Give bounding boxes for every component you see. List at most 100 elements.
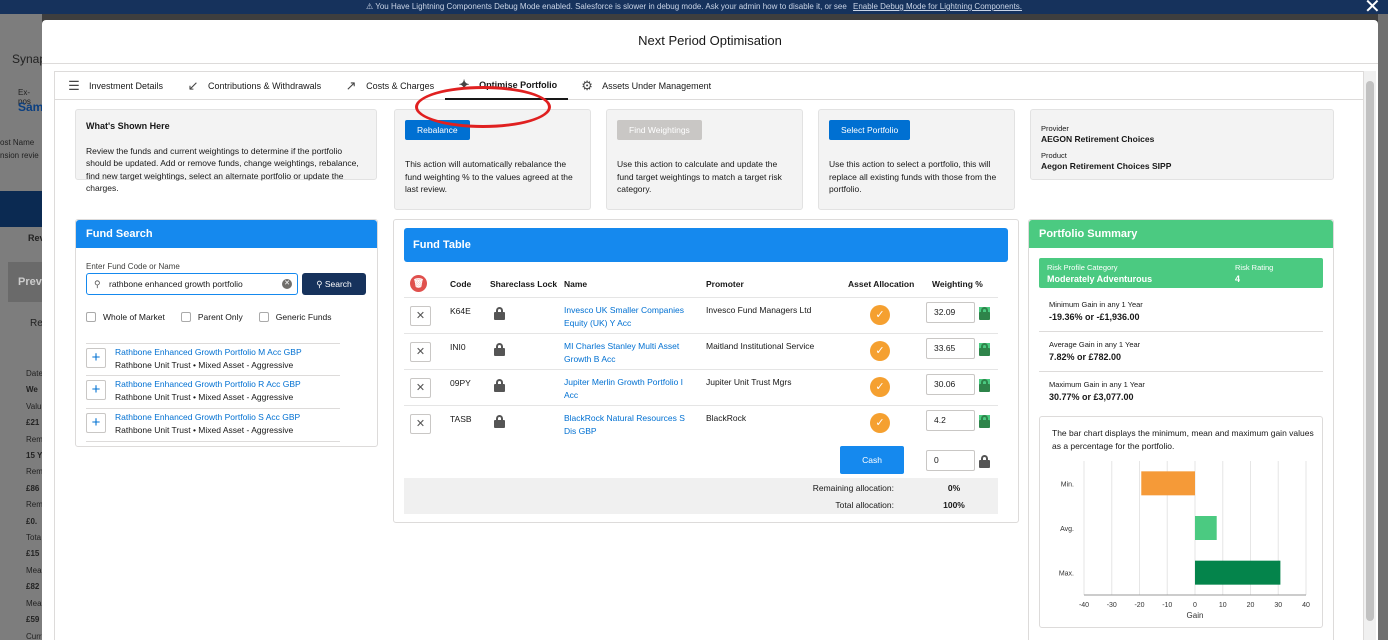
fund-promoter: Invesco Fund Managers Ltd: [706, 305, 812, 315]
debug-banner-link[interactable]: Enable Debug Mode for Lightning Componen…: [853, 2, 1022, 11]
search-button[interactable]: ⚲ Search: [302, 273, 366, 295]
portfolio-summary-panel: Portfolio Summary Risk Profile Category …: [1028, 219, 1334, 640]
fund-result-name[interactable]: Rathbone Enhanced Growth Portfolio R Acc…: [115, 378, 301, 391]
unlock-icon[interactable]: [494, 307, 505, 320]
filter-parent-only[interactable]: Parent Only: [180, 312, 243, 322]
product-label: Product: [1041, 151, 1067, 160]
fund-search-input[interactable]: ⚲ rathbone enhanced growth portfolio ✕: [86, 273, 298, 295]
bg-value: We: [26, 385, 38, 395]
fund-name[interactable]: MI Charles Stanley Multi Asset Growth B …: [564, 340, 692, 365]
max-gain-stat: Maximum Gain in any 1 Year 30.77% or £3,…: [1049, 380, 1145, 402]
expand-arrows-icon: ↗: [345, 78, 357, 93]
lock-icon[interactable]: [979, 379, 990, 392]
fund-name[interactable]: BlackRock Natural Resources S Dis GBP: [564, 412, 692, 437]
checkbox[interactable]: [258, 312, 269, 322]
lock-icon[interactable]: [979, 307, 990, 320]
tab-investment-details[interactable]: ☰ Investment Details: [55, 72, 174, 100]
gain-chart-box: The bar chart displays the minimum, mean…: [1039, 416, 1323, 628]
tick-label: -20: [1134, 602, 1144, 609]
bg-re: Re: [30, 318, 43, 329]
add-fund-button[interactable]: +: [86, 348, 106, 368]
filter-generic-funds[interactable]: Generic Funds: [258, 312, 332, 322]
tab-assets-under-management[interactable]: ⚙ Assets Under Management: [568, 72, 722, 100]
lock-icon[interactable]: [979, 415, 990, 428]
lock-icon[interactable]: [979, 343, 990, 356]
col-promoter: Promoter: [706, 279, 744, 289]
fund-result-sub: Rathbone Unit Trust • Mixed Asset - Aggr…: [115, 360, 294, 370]
tick-label: 40: [1302, 602, 1310, 609]
add-fund-button[interactable]: +: [86, 413, 106, 433]
filter-label: Whole of Market: [103, 312, 165, 322]
debug-banner-text: You Have Lightning Components Debug Mode…: [375, 2, 847, 11]
weighting-input[interactable]: 32.09: [926, 302, 975, 323]
fund-code: INI0: [450, 342, 466, 352]
tab-contributions-withdrawals[interactable]: ↙ Contributions & Withdrawals: [174, 72, 332, 100]
checkbox[interactable]: [86, 312, 96, 322]
cash-button[interactable]: Cash: [840, 446, 904, 474]
fund-search-title: Fund Search: [76, 220, 377, 248]
tab-label: Assets Under Management: [602, 81, 712, 91]
fund-name[interactable]: Invesco UK Smaller Companies Equity (UK)…: [564, 304, 692, 329]
total-allocation-value: 100%: [943, 500, 965, 510]
tab-bar: ☰ Investment Details ↙ Contributions & W…: [55, 72, 1363, 100]
fund-promoter: Maitland Institutional Service: [706, 341, 815, 351]
delete-all-icon[interactable]: 🗑: [410, 275, 427, 292]
search-button-label: Search: [324, 279, 352, 289]
remaining-allocation-value: 0%: [947, 483, 961, 493]
unlock-icon[interactable]: [979, 455, 990, 468]
min-gain-value: -19.36% or -£1,936.00: [1049, 312, 1140, 322]
remove-fund-button[interactable]: ✕: [410, 306, 431, 326]
weighting-input[interactable]: 30.06: [926, 374, 975, 395]
table-row: ✕ K64E Invesco UK Smaller Companies Equi…: [404, 297, 998, 333]
filter-whole-of-market[interactable]: Whole of Market: [86, 312, 165, 322]
highlight-ring: [415, 86, 551, 128]
fund-name[interactable]: Jupiter Merlin Growth Portfolio I Acc: [564, 376, 692, 401]
avg-gain-value: 7.82% or £782.00: [1049, 352, 1122, 362]
whats-shown-text: Review the funds and current weightings …: [86, 145, 359, 194]
avg-gain-label: Average Gain in any 1 Year: [1049, 340, 1141, 349]
bg-value: £21: [26, 418, 40, 428]
checkmark-icon: ✓: [870, 341, 890, 361]
checkbox[interactable]: [180, 312, 191, 322]
bg-record-name: Sam: [18, 100, 44, 114]
divider: [1039, 371, 1323, 372]
whats-shown-card: What's Shown Here Review the funds and c…: [75, 109, 377, 193]
portfolio-summary-title: Portfolio Summary: [1029, 220, 1333, 248]
bg-prev: Prev: [18, 276, 42, 288]
fund-result-sub: Rathbone Unit Trust • Mixed Asset - Aggr…: [115, 392, 294, 402]
weighting-input[interactable]: 33.65: [926, 338, 975, 359]
clear-icon[interactable]: ✕: [282, 279, 292, 289]
bg-value: £59: [26, 615, 40, 625]
bg-value: Curr: [26, 631, 42, 640]
fund-search-panel: Fund Search Enter Fund Code or Name ⚲ ra…: [75, 219, 378, 447]
modal-scrollbar[interactable]: [1364, 71, 1376, 640]
tab-label: Costs & Charges: [366, 81, 435, 91]
unlock-icon[interactable]: [494, 343, 505, 356]
col-weighting: Weighting %: [932, 279, 983, 289]
unlock-icon[interactable]: [494, 415, 505, 428]
contract-arrows-icon: ↙: [187, 78, 199, 93]
fund-result-sub: Rathbone Unit Trust • Mixed Asset - Aggr…: [115, 425, 294, 435]
add-fund-button[interactable]: +: [86, 380, 106, 400]
list-item: + Rathbone Enhanced Growth Portfolio R A…: [86, 376, 340, 409]
fund-code: 09PY: [450, 378, 471, 388]
bar-max: [1195, 560, 1281, 585]
remove-fund-button[interactable]: ✕: [410, 342, 431, 362]
remove-fund-button[interactable]: ✕: [410, 378, 431, 398]
remove-fund-button[interactable]: ✕: [410, 414, 431, 434]
unlock-icon[interactable]: [494, 379, 505, 392]
scrollbar-thumb[interactable]: [1366, 81, 1374, 621]
optimisation-modal: Next Period Optimisation ☰ Investment De…: [42, 20, 1378, 640]
find-weightings-button[interactable]: Find Weightings: [617, 120, 702, 140]
fund-result-name[interactable]: Rathbone Enhanced Growth Portfolio M Acc…: [115, 346, 302, 359]
gain-bar-chart: -40 -30 -20 -10 0 10 20 30 40 Min. Avg. Max. Gain: [1059, 461, 1310, 619]
weighting-input[interactable]: 4.2: [926, 410, 975, 431]
tick-label: -10: [1162, 602, 1172, 609]
fund-result-name[interactable]: Rathbone Enhanced Growth Portfolio S Acc…: [115, 411, 300, 424]
fund-table-panel: Fund Table 🗑 Code Shareclass Lock Name P…: [393, 219, 1019, 523]
table-row: ✕ INI0 MI Charles Stanley Multi Asset Gr…: [404, 333, 998, 369]
select-portfolio-button[interactable]: Select Portfolio: [829, 120, 911, 140]
select-portfolio-card: Select Portfolio Use this action to sele…: [818, 109, 1015, 210]
cash-input[interactable]: 0: [926, 450, 975, 471]
close-icon[interactable]: ✕: [1364, 0, 1381, 17]
